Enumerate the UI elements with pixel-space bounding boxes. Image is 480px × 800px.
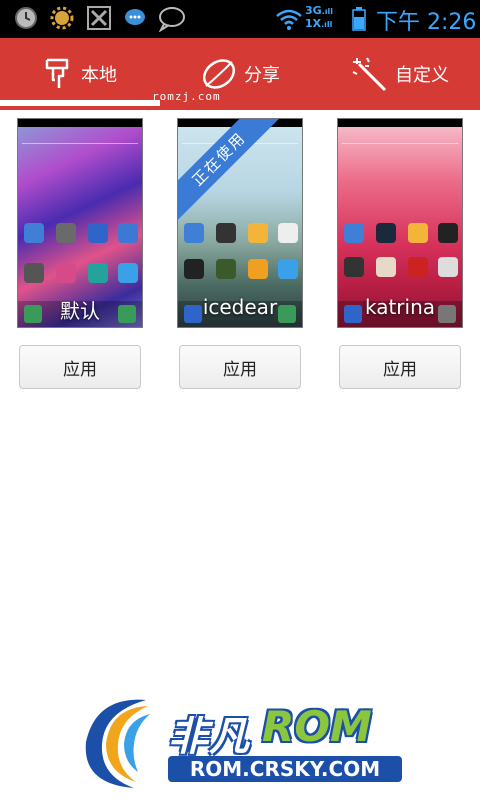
app-icon xyxy=(87,6,111,30)
preview-app-icon xyxy=(376,257,396,277)
crsky-rom-logo: 非凡 ROM ROM.CRSKY.COM xyxy=(76,692,406,792)
preview-status-bar xyxy=(18,119,142,127)
preview-app-icon xyxy=(24,223,44,243)
tab-share-label: 分享 xyxy=(244,65,280,86)
theme-preview-default[interactable]: 默认 xyxy=(17,118,143,328)
preview-app-icon xyxy=(88,263,108,283)
apply-button-icedear[interactable]: 应用 xyxy=(179,345,301,389)
apply-button-katrina[interactable]: 应用 xyxy=(339,345,461,389)
wifi-icon xyxy=(276,9,302,30)
tab-local-label: 本地 xyxy=(81,65,117,86)
logo-swirl-icon xyxy=(85,699,150,788)
preview-app-icon xyxy=(344,223,364,243)
message-icon xyxy=(125,9,145,25)
theme-name: icedear xyxy=(202,295,278,319)
network-indicator: 3G.ıll 1X.ıll xyxy=(305,4,333,30)
preview-app-icon xyxy=(88,223,108,243)
tab-custom-label: 自定义 xyxy=(395,65,449,86)
preview-app-icon xyxy=(278,223,298,243)
preview-app-icon xyxy=(184,259,204,279)
preview-app-icon xyxy=(118,263,138,283)
preview-app-icon xyxy=(408,257,428,277)
preview-app-icon xyxy=(344,257,364,277)
clock-icon xyxy=(15,7,37,29)
preview-search-bar xyxy=(22,130,138,144)
preview-app-icon xyxy=(248,259,268,279)
preview-search-bar xyxy=(342,130,458,144)
theme-preview-icedear[interactable]: 正在使用 icedear xyxy=(177,118,303,328)
preview-app-icon xyxy=(216,223,236,243)
preview-status-bar xyxy=(338,119,462,127)
battery-icon xyxy=(352,7,366,31)
preview-app-icon xyxy=(24,263,44,283)
logo-url-text: ROM.CRSKY.COM xyxy=(168,756,402,782)
logo-rom-text: ROM xyxy=(262,702,372,751)
preview-app-icon xyxy=(376,223,396,243)
status-bar: 3G.ıll 1X.ıll 下午 2:26 xyxy=(0,0,480,38)
magic-wand-icon xyxy=(352,57,387,92)
logo-chinese-text: 非凡 xyxy=(168,714,250,760)
chat-icon xyxy=(158,7,185,32)
preview-app-icon xyxy=(438,223,458,243)
watermark-text: romzj.com xyxy=(152,90,221,103)
preview-app-icon xyxy=(278,259,298,279)
theme-name: katrina xyxy=(364,295,436,319)
theme-preview-katrina[interactable]: katrina xyxy=(337,118,463,328)
preview-app-icon xyxy=(216,259,236,279)
preview-app-icon xyxy=(184,223,204,243)
preview-app-icon xyxy=(408,223,428,243)
status-time: 下午 2:26 xyxy=(376,10,477,35)
tab-custom[interactable]: 自定义 xyxy=(320,38,480,110)
preview-app-icon xyxy=(438,257,458,277)
leaf-icon xyxy=(202,59,236,89)
preview-app-icon xyxy=(118,223,138,243)
apply-button-default[interactable]: 应用 xyxy=(19,345,141,389)
usb-icon xyxy=(45,58,69,88)
preview-app-icon xyxy=(248,223,268,243)
theme-name: 默认 xyxy=(60,299,100,323)
settings-sun-icon xyxy=(50,6,74,30)
active-tab-indicator xyxy=(0,100,160,106)
preview-app-icon xyxy=(56,223,76,243)
preview-app-icon xyxy=(56,263,76,283)
